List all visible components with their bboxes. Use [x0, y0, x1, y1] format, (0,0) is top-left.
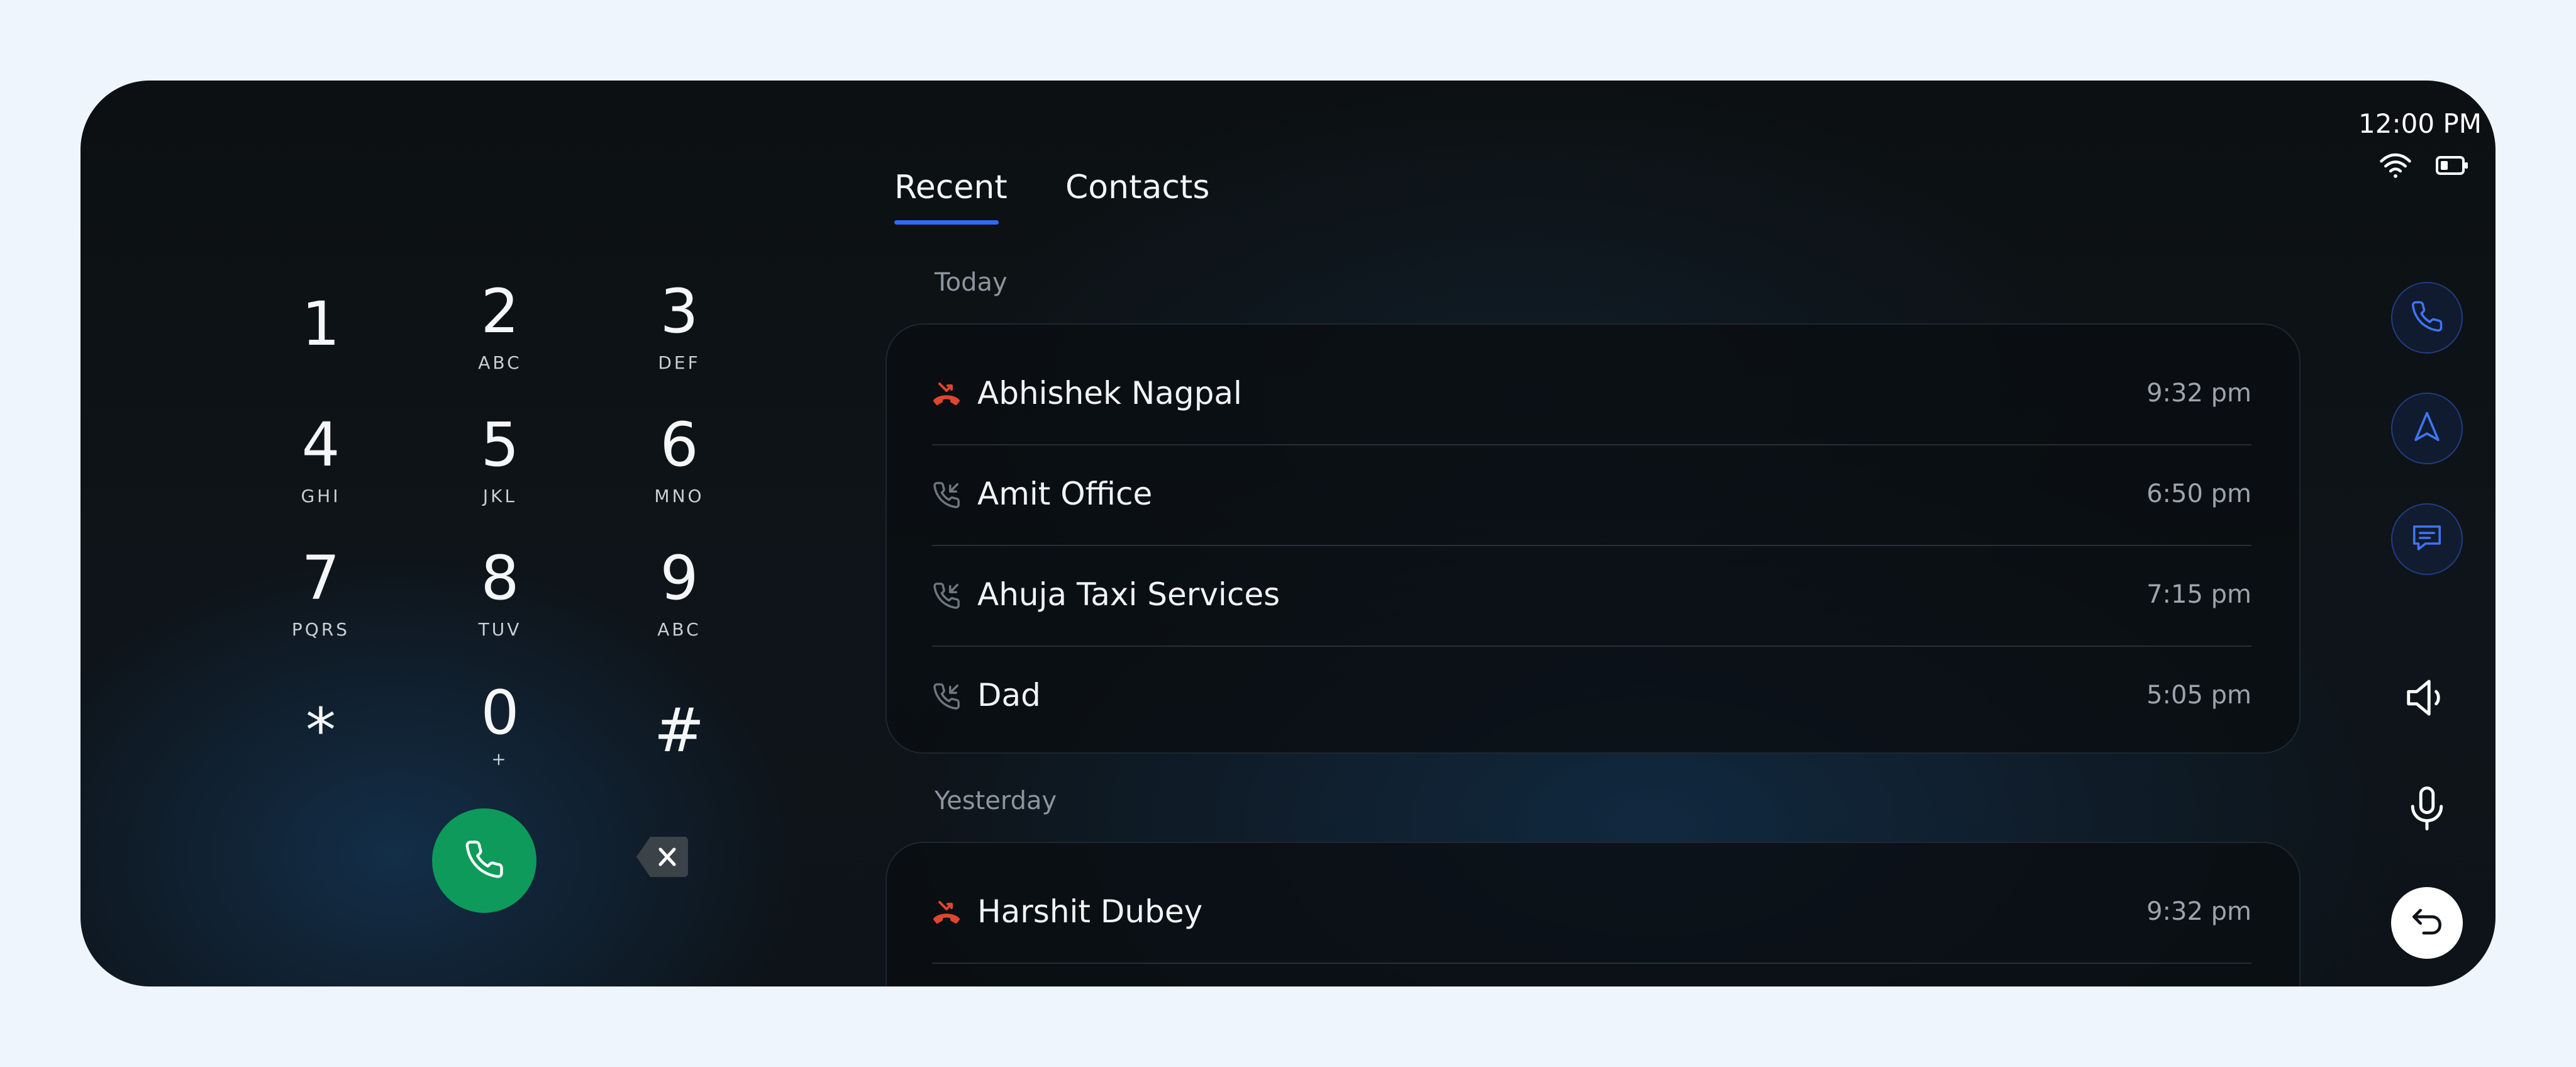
call-time: 6:50 pm: [2146, 479, 2251, 508]
dial-pad: 1 2 ABC 3 DEF 4 GHI 5 JKL 6 MNO 7 PQRS 8…: [80, 81, 873, 986]
call-time: 9:32 pm: [2146, 897, 2251, 926]
row-divider: [932, 963, 2251, 964]
dial-key-5[interactable]: 5 JKL: [437, 405, 563, 525]
phone-icon: [2410, 299, 2444, 336]
dial-key-3[interactable]: 3 DEF: [616, 272, 742, 391]
contact-name: Harshit Dubey: [977, 893, 1203, 930]
speaker-icon: [2402, 673, 2451, 725]
microphone-button[interactable]: [2391, 774, 2463, 846]
dial-key-letters: PQRS: [291, 619, 350, 640]
call-row[interactable]: Amit Office 6:50 pm: [932, 445, 2251, 546]
rail-message-button[interactable]: [2391, 503, 2463, 575]
dial-key-letters: MNO: [654, 486, 704, 506]
phone-app-screen: 1 2 ABC 3 DEF 4 GHI 5 JKL 6 MNO 7 PQRS 8…: [80, 81, 2496, 986]
dial-key-digit: 7: [301, 543, 340, 613]
call-time: 5:05 pm: [2146, 681, 2251, 710]
dial-key-star[interactable]: *: [258, 678, 384, 798]
call-button[interactable]: [432, 808, 536, 913]
dial-key-digit: 6: [660, 410, 699, 480]
dial-key-digit: 8: [480, 543, 519, 613]
dial-key-letters: JKL: [482, 486, 518, 506]
back-icon: [2407, 902, 2446, 944]
recent-calls-card-yesterday: Harshit Dubey 9:32 pm: [886, 842, 2301, 986]
dial-key-hash[interactable]: #: [616, 678, 742, 798]
call-row[interactable]: Dad 5:05 pm: [932, 647, 2251, 747]
message-icon: [2410, 521, 2444, 557]
call-row[interactable]: Ahuja Taxi Services 7:15 pm: [932, 546, 2251, 647]
section-label-today: Today: [935, 268, 1008, 297]
status-icons: [2377, 150, 2478, 187]
dial-key-7[interactable]: 7 PQRS: [258, 539, 384, 658]
dial-key-digit: 5: [480, 410, 519, 480]
dial-key-6[interactable]: 6 MNO: [616, 405, 742, 525]
dial-key-letters: GHI: [301, 486, 341, 506]
microphone-icon: [2402, 784, 2451, 835]
dial-key-1[interactable]: 1: [258, 272, 384, 391]
dial-key-letters: ABC: [478, 352, 522, 373]
call-time: 9:32 pm: [2146, 379, 2251, 408]
backspace-button[interactable]: [635, 835, 689, 878]
dial-key-2[interactable]: 2 ABC: [437, 272, 563, 391]
dial-key-0[interactable]: 0 +: [437, 673, 563, 793]
dial-key-digit: 2: [480, 276, 519, 347]
dial-key-digit: *: [306, 695, 336, 766]
section-label-yesterday: Yesterday: [935, 786, 1057, 815]
rail-navigation-button[interactable]: [2391, 393, 2463, 464]
dial-key-letters: DEF: [658, 352, 701, 373]
dial-key-digit: 1: [301, 289, 340, 359]
dial-key-8[interactable]: 8 TUV: [437, 539, 563, 658]
dial-key-letters: TUV: [478, 619, 522, 640]
incoming-call-icon: [932, 682, 961, 711]
rail-phone-button[interactable]: [2391, 282, 2463, 354]
call-row[interactable]: Abhishek Nagpal 9:32 pm: [932, 345, 2251, 445]
missed-call-icon: [932, 380, 961, 409]
phone-icon: [464, 839, 505, 883]
incoming-call-icon: [932, 581, 961, 610]
dial-key-4[interactable]: 4 GHI: [258, 405, 384, 525]
dial-key-digit: #: [653, 695, 705, 766]
backspace-icon: [635, 837, 689, 881]
back-button[interactable]: [2391, 887, 2463, 959]
incoming-call-icon: [932, 481, 961, 510]
dial-key-letters: +: [491, 749, 509, 769]
missed-call-icon: [932, 898, 961, 927]
contact-name: Abhishek Nagpal: [977, 375, 1242, 411]
recent-calls-card-today: Abhishek Nagpal 9:32 pm Amit Office 6:50…: [886, 323, 2301, 754]
call-time: 7:15 pm: [2146, 580, 2251, 609]
dial-key-digit: 9: [660, 543, 699, 613]
status-time: 12:00 PM: [2358, 108, 2482, 139]
tab-recent[interactable]: Recent: [894, 169, 1008, 206]
dial-key-digit: 0: [480, 678, 519, 748]
contact-name: Dad: [977, 677, 1041, 713]
navigation-icon: [2410, 410, 2444, 447]
wifi-icon: [2379, 150, 2412, 184]
tab-contacts[interactable]: Contacts: [1065, 169, 1209, 206]
dial-key-9[interactable]: 9 ABC: [616, 539, 742, 658]
contact-name: Ahuja Taxi Services: [977, 576, 1280, 613]
dial-key-digit: 3: [660, 276, 699, 347]
speaker-button[interactable]: [2391, 663, 2463, 735]
call-row[interactable]: Harshit Dubey 9:32 pm: [932, 863, 2251, 964]
active-tab-indicator: [894, 220, 999, 225]
battery-icon: [2435, 155, 2469, 179]
contact-name: Amit Office: [977, 476, 1153, 512]
dial-key-digit: 4: [301, 410, 340, 480]
dial-key-letters: ABC: [657, 619, 701, 640]
